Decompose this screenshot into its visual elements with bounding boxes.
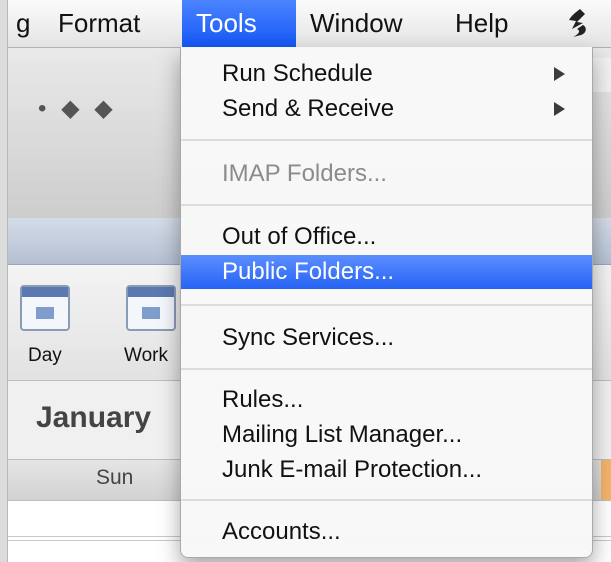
day-view-calendar-icon[interactable] — [20, 285, 70, 331]
menu-bar-item-help[interactable]: Help — [455, 0, 508, 47]
window-left-edge — [0, 0, 8, 562]
menu-item-label: Public Folders... — [222, 258, 395, 285]
menu-bar-item-format[interactable]: Format — [58, 0, 140, 47]
submenu-arrow-icon — [554, 67, 565, 81]
today-marker — [601, 460, 611, 500]
tools-menu: Run Schedule Send & Receive IMAP Folders… — [180, 47, 593, 558]
menu-item-rules[interactable]: Rules... — [181, 383, 592, 416]
menu-bar-item-label: Help — [455, 8, 509, 38]
weekday-sunday: Sun — [96, 466, 134, 489]
menu-item-run-schedule[interactable]: Run Schedule — [181, 57, 592, 90]
menu-bar-item-label: Format — [58, 8, 141, 38]
menu-item-label: Accounts... — [222, 518, 341, 545]
menu-bar: g Format Tools Window Help — [8, 0, 611, 48]
menu-item-sync-services[interactable]: Sync Services... — [181, 321, 592, 354]
day-view-label: Day — [28, 345, 62, 366]
menu-item-accounts[interactable]: Accounts... — [181, 515, 592, 548]
menu-bar-item-label: Tools — [196, 8, 257, 38]
work-week-label: Work — [124, 345, 168, 366]
menu-item-label: Send & Receive — [222, 95, 395, 122]
menu-item-public-folders[interactable]: Public Folders... — [181, 255, 592, 289]
menu-bar-item-tools[interactable]: Tools — [182, 0, 296, 47]
applescript-icon[interactable] — [563, 7, 593, 39]
menu-item-label: Mailing List Manager... — [222, 421, 463, 448]
menu-separator — [181, 368, 592, 370]
menu-bar-item-label: g — [16, 8, 31, 38]
submenu-arrow-icon — [554, 102, 565, 116]
menu-bar-item-window[interactable]: Window — [310, 0, 402, 47]
menu-item-label: Rules... — [222, 386, 304, 413]
menu-item-label: IMAP Folders... — [222, 160, 387, 187]
menu-separator — [181, 204, 592, 206]
menu-bar-item-label: Window — [310, 8, 403, 38]
menu-item-mailing-list-manager[interactable]: Mailing List Manager... — [181, 418, 592, 451]
menu-item-label: Run Schedule — [222, 60, 373, 87]
menu-item-send-receive[interactable]: Send & Receive — [181, 92, 592, 125]
toolbar-icons-obscured: • ◆ ◆ — [38, 95, 117, 122]
menu-item-imap-folders: IMAP Folders... — [181, 157, 592, 190]
menu-separator — [181, 304, 592, 306]
menu-item-junk-email-protection[interactable]: Junk E-mail Protection... — [181, 453, 592, 486]
menu-item-label: Out of Office... — [222, 223, 377, 250]
calendar-date-title: January — [36, 401, 152, 434]
menu-bar-item-partial[interactable]: g — [16, 0, 30, 47]
menu-item-label: Sync Services... — [222, 324, 395, 351]
menu-separator — [181, 139, 592, 141]
menu-separator — [181, 499, 592, 501]
work-week-calendar-icon[interactable] — [126, 285, 176, 331]
menu-item-label: Junk E-mail Protection... — [222, 456, 483, 483]
menu-item-out-of-office[interactable]: Out of Office... — [181, 220, 592, 253]
